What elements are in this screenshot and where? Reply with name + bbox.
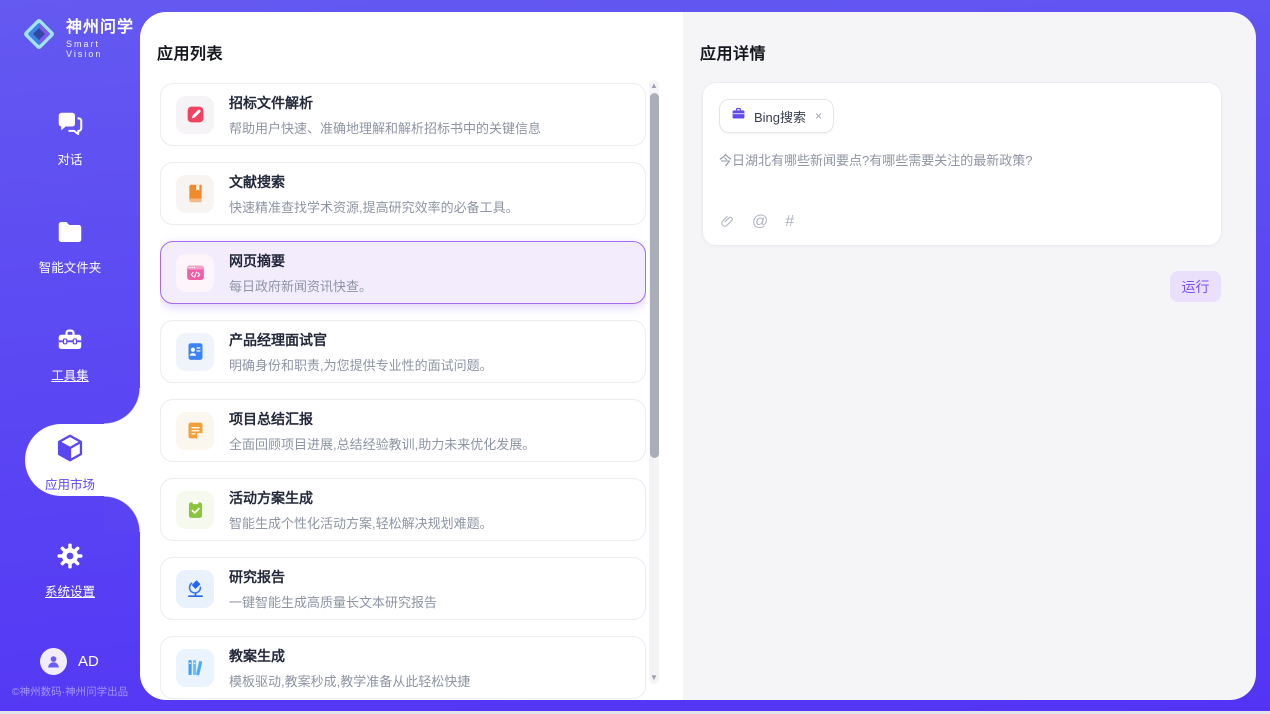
brand-diamond-icon: [20, 15, 58, 58]
app-card-description: 智能生成个性化活动方案,轻松解决规划难题。: [229, 513, 493, 532]
app-card-description: 全面回顾项目进展,总结经验教训,助力未来优化发展。: [229, 434, 535, 453]
app-detail-title: 应用详情: [700, 40, 766, 64]
sidebar-item-chat[interactable]: 对话: [0, 106, 140, 170]
hash-icon[interactable]: #: [785, 214, 794, 230]
copyright-footer: ©神州数码·神州问学出品: [0, 684, 140, 699]
app-list-panel: 应用列表 招标文件解析 帮助用户快速、准确地理解和解析招标书中的关键信息 文献搜…: [140, 12, 683, 700]
gear-icon: [55, 541, 85, 576]
app-card[interactable]: 招标文件解析 帮助用户快速、准确地理解和解析招标书中的关键信息: [160, 83, 646, 146]
main-content: 应用列表 招标文件解析 帮助用户快速、准确地理解和解析招标书中的关键信息 文献搜…: [140, 12, 1256, 700]
brand-name: 神州问学: [66, 13, 140, 37]
user-account[interactable]: AD: [40, 648, 99, 675]
brand-logo: 神州问学 Smart Vision: [20, 13, 140, 59]
app-card[interactable]: 网页摘要 每日政府新闻资讯快查。: [160, 241, 646, 304]
sidebar: 神州问学 Smart Vision 对话 智能文件夹 工具集 应用市场 系统设置: [0, 0, 140, 711]
app-card-description: 一键智能生成高质量长文本研究报告: [229, 592, 437, 611]
brand-subtitle: Smart Vision: [66, 39, 140, 59]
app-card[interactable]: 项目总结汇报 全面回顾项目进展,总结经验教训,助力未来优化发展。: [160, 399, 646, 462]
run-button[interactable]: 运行: [1170, 271, 1221, 302]
edit-doc-icon: [176, 96, 214, 134]
at-icon[interactable]: @: [752, 214, 768, 230]
chat-icon: [55, 109, 85, 144]
report-note-icon: [176, 412, 214, 450]
app-card-title: 研究报告: [229, 567, 437, 587]
sidebar-item-toolbox[interactable]: 工具集: [0, 322, 140, 386]
sidebar-item-gear[interactable]: 系统设置: [0, 538, 140, 602]
app-card-title: 项目总结汇报: [229, 409, 535, 429]
app-card[interactable]: 文献搜索 快速精准查找学术资源,提高研究效率的必备工具。: [160, 162, 646, 225]
prompt-card: Bing搜索 × 今日湖北有哪些新闻要点?有哪些需要关注的最新政策? @#: [702, 82, 1222, 246]
app-card[interactable]: 产品经理面试官 明确身份和职责,为您提供专业性的面试问题。: [160, 320, 646, 383]
book-icon: [176, 175, 214, 213]
app-card-description: 帮助用户快速、准确地理解和解析招标书中的关键信息: [229, 118, 541, 137]
app-card-title: 活动方案生成: [229, 488, 493, 508]
app-card-description: 每日政府新闻资讯快查。: [229, 276, 372, 295]
app-card-title: 网页摘要: [229, 251, 372, 271]
query-input[interactable]: 今日湖北有哪些新闻要点?有哪些需要关注的最新政策?: [719, 151, 1205, 171]
sidebar-item-cube[interactable]: 应用市场: [0, 430, 140, 494]
avatar[interactable]: [40, 648, 67, 675]
tool-tag-bing-search[interactable]: Bing搜索 ×: [719, 99, 834, 133]
cube-icon: [54, 432, 86, 469]
scrollbar-thumb[interactable]: [650, 93, 659, 458]
folder-icon: [55, 217, 85, 252]
app-card-title: 产品经理面试官: [229, 330, 493, 350]
tool-tag-label: Bing搜索: [754, 107, 806, 126]
paperclip-icon[interactable]: [720, 213, 735, 230]
app-card[interactable]: 研究报告 一键智能生成高质量长文本研究报告: [160, 557, 646, 620]
app-card-description: 模板驱动,教案秒成,教学准备从此轻松快捷: [229, 671, 470, 690]
scroll-down-icon[interactable]: ▼: [649, 673, 659, 683]
app-card[interactable]: 活动方案生成 智能生成个性化活动方案,轻松解决规划难题。: [160, 478, 646, 541]
list-scrollbar[interactable]: ▲ ▼: [649, 80, 659, 684]
app-card-title: 教案生成: [229, 646, 470, 666]
attachment-toolbar: @#: [720, 213, 794, 230]
app-detail-panel: 应用详情 Bing搜索 × 今日湖北有哪些新闻要点?有哪些需要关注的最新政策? …: [683, 12, 1256, 700]
books-icon: [176, 649, 214, 687]
sidebar-item-folder[interactable]: 智能文件夹: [0, 214, 140, 278]
app-card-title: 文献搜索: [229, 172, 519, 192]
interviewer-icon: [176, 333, 214, 371]
bubble-notch-bottom: [104, 496, 140, 532]
toolbox-icon: [55, 325, 85, 360]
app-frame: 神州问学 Smart Vision 对话 智能文件夹 工具集 应用市场 系统设置: [0, 0, 1270, 711]
app-card[interactable]: 教案生成 模板驱动,教案秒成,教学准备从此轻松快捷: [160, 636, 646, 699]
plan-clipboard-icon: [176, 491, 214, 529]
microscope-icon: [176, 570, 214, 608]
webpage-icon: [176, 254, 214, 292]
scroll-up-icon[interactable]: ▲: [649, 81, 659, 91]
app-list-title: 应用列表: [157, 40, 223, 64]
app-card-title: 招标文件解析: [229, 93, 541, 113]
user-name: AD: [78, 653, 99, 670]
briefcase-icon: [731, 106, 746, 126]
app-card-description: 明确身份和职责,为您提供专业性的面试问题。: [229, 355, 493, 374]
app-card-list: 招标文件解析 帮助用户快速、准确地理解和解析招标书中的关键信息 文献搜索 快速精…: [160, 83, 646, 700]
bubble-notch-top: [104, 388, 140, 424]
close-icon[interactable]: ×: [815, 109, 822, 123]
app-card-description: 快速精准查找学术资源,提高研究效率的必备工具。: [229, 197, 519, 216]
